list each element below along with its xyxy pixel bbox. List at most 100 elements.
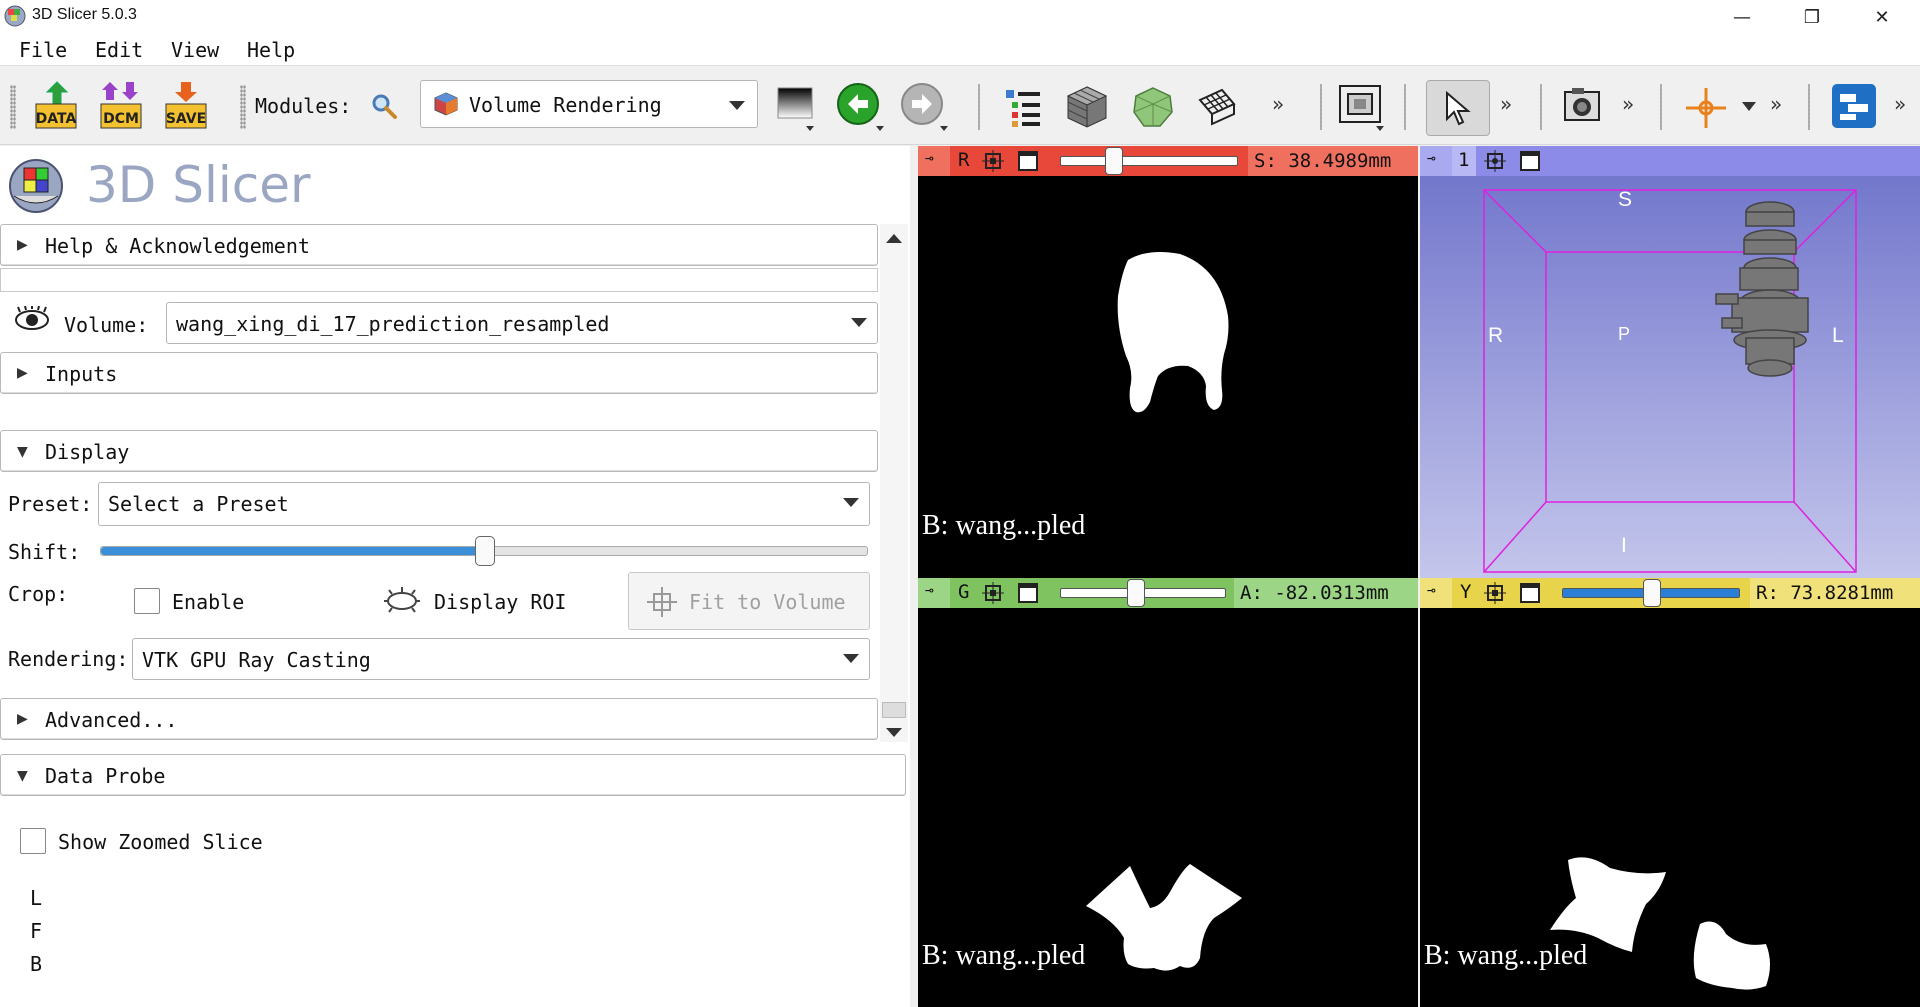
display-roi-label: Display ROI — [434, 590, 567, 614]
green-slice-view[interactable]: ⊸ G A: -82.0313mm B: wang...pled — [918, 578, 1418, 1007]
green-slice-offset-slider[interactable] — [1060, 579, 1226, 607]
toolbar-separator — [978, 84, 980, 130]
volumes-cube-icon[interactable] — [1064, 84, 1110, 130]
pin-icon[interactable]: ⊸ — [1420, 578, 1452, 608]
probe-layer-l: L — [30, 886, 43, 910]
menu-view[interactable]: View — [171, 38, 219, 62]
maximize-view-icon[interactable] — [1520, 583, 1540, 603]
collapse-arrow-icon: ▼ — [17, 768, 28, 784]
dicom-icon: DCM — [100, 82, 142, 129]
toolbar-separator — [1808, 84, 1810, 130]
shift-slider-handle[interactable] — [475, 536, 495, 566]
back-arrow-icon[interactable] — [836, 82, 886, 132]
display-section[interactable]: ▼ Display — [0, 430, 878, 472]
window-level-icon[interactable] — [776, 86, 816, 132]
advanced-section[interactable]: ▶ Advanced... — [0, 698, 878, 740]
volume-selector[interactable]: wang_xing_di_17_prediction_resampled — [166, 302, 878, 344]
menu-bar: File Edit View Help — [0, 34, 1920, 66]
panel-scrollbar[interactable] — [880, 224, 908, 742]
toolbar-overflow-chevron-icon[interactable]: » — [1770, 92, 1782, 116]
yellow-slice-canvas[interactable]: B: wang...pled — [1420, 608, 1920, 1007]
scroll-down-arrow-icon[interactable] — [886, 728, 902, 737]
threed-view[interactable]: ⊸ 1 S R P L I — [1420, 146, 1920, 578]
extensions-manager-icon[interactable] — [1830, 82, 1878, 130]
data-probe-section[interactable]: ▼ Data Probe — [0, 754, 906, 796]
menu-help[interactable]: Help — [247, 38, 295, 62]
fit-to-volume-button[interactable]: Fit to Volume — [628, 572, 870, 630]
red-slice-offset-slider[interactable] — [1060, 147, 1238, 175]
menu-edit[interactable]: Edit — [95, 38, 143, 62]
pin-icon[interactable]: ⊸ — [918, 146, 950, 176]
preset-selector[interactable]: Select a Preset — [98, 482, 870, 526]
crosshair-options-chevron-down-icon[interactable] — [1742, 102, 1756, 111]
help-acknowledgement-section[interactable]: ▶ Help & Acknowledgement — [0, 224, 878, 266]
toolbar-separator — [1540, 84, 1542, 130]
save-button[interactable]: SAVE — [162, 79, 210, 131]
orientation-marker-l: L — [1832, 324, 1844, 347]
models-icon[interactable] — [1130, 84, 1176, 130]
crop-enable-checkbox[interactable] — [134, 588, 160, 614]
toolbar-overflow-chevron-icon[interactable]: » — [1622, 92, 1634, 116]
transforms-grid-icon[interactable] — [1196, 86, 1238, 128]
volume-label: Volume: — [64, 313, 149, 337]
panel-splitter[interactable] — [910, 146, 918, 1007]
red-slice-slider-handle[interactable] — [1105, 147, 1124, 175]
toolbar-overflow-chevron-icon[interactable]: » — [1272, 92, 1284, 116]
green-offset-value: A: -82.0313mm — [1240, 582, 1389, 604]
link-views-icon[interactable] — [982, 582, 1004, 604]
link-views-icon[interactable] — [1484, 582, 1506, 604]
slicer-logo-text: 3D Slicer — [86, 156, 311, 214]
red-slice-canvas[interactable]: B: wang...pled — [918, 176, 1418, 578]
advanced-section-title: Advanced... — [45, 708, 178, 732]
volume-rendering-module-icon — [434, 92, 458, 116]
orientation-marker-i: I — [1621, 534, 1627, 557]
scroll-up-arrow-icon[interactable] — [886, 234, 902, 243]
module-search-icon[interactable] — [370, 92, 398, 120]
module-selector[interactable]: Volume Rendering — [420, 80, 758, 128]
pin-icon[interactable]: ⊸ — [1420, 146, 1452, 176]
toolbar-overflow-chevron-icon[interactable]: » — [1500, 92, 1512, 116]
maximize-button[interactable]: ❐ — [1784, 0, 1840, 34]
mouse-mode-view-transform-button[interactable] — [1426, 80, 1490, 136]
slicer-logo-icon — [9, 159, 63, 213]
toolbar-overflow-chevron-icon[interactable]: » — [1894, 92, 1906, 116]
menu-file[interactable]: File — [19, 38, 67, 62]
yellow-slice-slider-handle[interactable] — [1643, 579, 1661, 607]
threed-render-canvas[interactable]: S R P L I — [1420, 176, 1920, 578]
rendering-method-value: VTK GPU Ray Casting — [142, 648, 371, 672]
center-view-icon[interactable] — [1484, 150, 1506, 172]
layout-icon[interactable] — [1336, 82, 1386, 132]
load-data-button[interactable]: DATA — [32, 79, 80, 131]
scrollbar-thumb[interactable] — [882, 702, 906, 718]
shift-slider[interactable] — [100, 536, 868, 566]
maximize-view-icon[interactable] — [1520, 151, 1540, 171]
green-slice-canvas[interactable]: B: wang...pled — [918, 608, 1418, 1007]
forward-arrow-icon[interactable] — [900, 82, 950, 132]
link-views-icon[interactable] — [982, 150, 1004, 172]
yellow-slice-offset-slider[interactable] — [1562, 579, 1740, 607]
crosshair-icon[interactable] — [1684, 86, 1728, 130]
dicom-button[interactable]: DCM — [97, 79, 145, 131]
green-slice-slider-handle[interactable] — [1126, 579, 1145, 607]
display-roi-eye-icon[interactable] — [384, 586, 420, 616]
shift-slider-fill — [101, 547, 485, 555]
red-view-controller-bar: ⊸ R S: 38.4989mm — [918, 146, 1418, 176]
maximize-view-icon[interactable] — [1018, 151, 1038, 171]
inputs-section[interactable]: ▶ Inputs — [0, 352, 878, 394]
maximize-view-icon[interactable] — [1018, 583, 1038, 603]
pin-icon[interactable]: ⊸ — [918, 578, 950, 608]
screenshot-camera-icon[interactable] — [1562, 86, 1602, 126]
minimize-button[interactable]: — — [1714, 0, 1770, 34]
show-zoomed-slice-checkbox[interactable] — [20, 828, 46, 854]
chevron-down-icon — [843, 654, 859, 663]
close-button[interactable]: ✕ — [1854, 0, 1910, 34]
threed-view-name: 1 — [1458, 149, 1470, 171]
red-slice-view[interactable]: ⊸ R S: 38.4989mm B: wang...pled — [918, 146, 1418, 578]
yellow-offset-value: R: 73.8281mm — [1756, 582, 1894, 604]
visibility-eye-icon[interactable] — [14, 306, 50, 332]
rendering-method-selector[interactable]: VTK GPU Ray Casting — [132, 638, 870, 680]
toolbar-grip[interactable] — [240, 85, 246, 129]
data-tree-icon[interactable] — [1002, 86, 1044, 128]
toolbar-grip[interactable] — [10, 85, 16, 129]
yellow-slice-view[interactable]: ⊸ Y R: 73.8281mm B: wang...pled — [1420, 578, 1920, 1007]
